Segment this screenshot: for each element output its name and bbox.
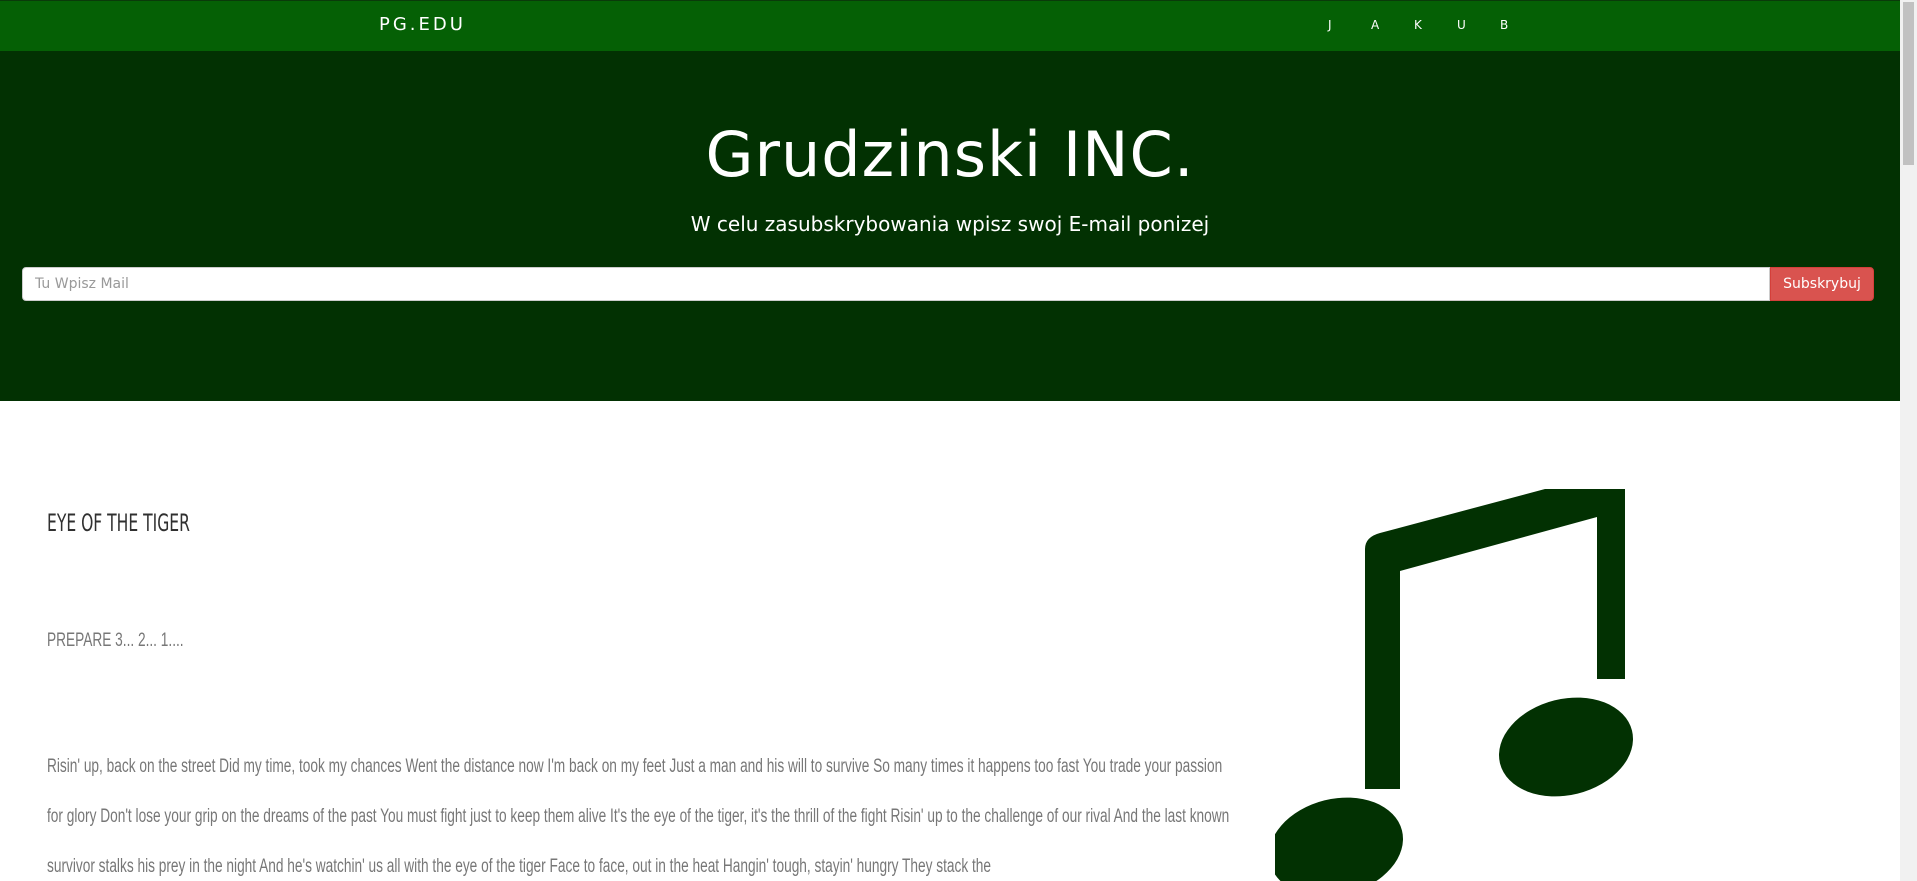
hero-subtitle: W celu zasubskrybowania wpisz swoj E-mai…	[690, 212, 1210, 236]
brand-link[interactable]: PG.EDU	[379, 14, 466, 35]
nav-link-j[interactable]: J	[1328, 18, 1371, 32]
vertical-scrollbar[interactable]	[1900, 0, 1917, 881]
music-note-icon	[1275, 489, 1633, 881]
scrollbar-thumb[interactable]	[1903, 2, 1914, 165]
subscribe-button[interactable]: Subskrybuj	[1770, 267, 1874, 301]
hero-section: Grudzinski INC. W celu zasubskrybowania …	[0, 51, 1900, 401]
song-title: EYE OF THE TIGER	[47, 509, 190, 537]
nav-link-a[interactable]: A	[1371, 18, 1414, 32]
lyrics-body: Risin' up, back on the street Did my tim…	[47, 756, 1230, 877]
subscribe-form: Subskrybuj	[22, 267, 1874, 301]
nav-links: J A K U B	[1328, 18, 1543, 32]
lyrics-text: Risin' up, back on the street Did my tim…	[47, 742, 1237, 881]
nav-link-u[interactable]: U	[1457, 18, 1500, 32]
top-navbar: PG.EDU J A K U B	[0, 0, 1900, 51]
email-input[interactable]	[22, 267, 1770, 301]
hero-title: Grudzinski INC.	[705, 118, 1195, 191]
page: PG.EDU J A K U B Grudzinski INC. W celu …	[0, 0, 1900, 881]
content-section: EYE OF THE TIGER PREPARE 3... 2... 1....…	[0, 401, 1900, 881]
nav-link-k[interactable]: K	[1414, 18, 1457, 32]
song-intro: PREPARE 3... 2... 1....	[47, 630, 184, 651]
nav-link-b[interactable]: B	[1500, 18, 1543, 32]
